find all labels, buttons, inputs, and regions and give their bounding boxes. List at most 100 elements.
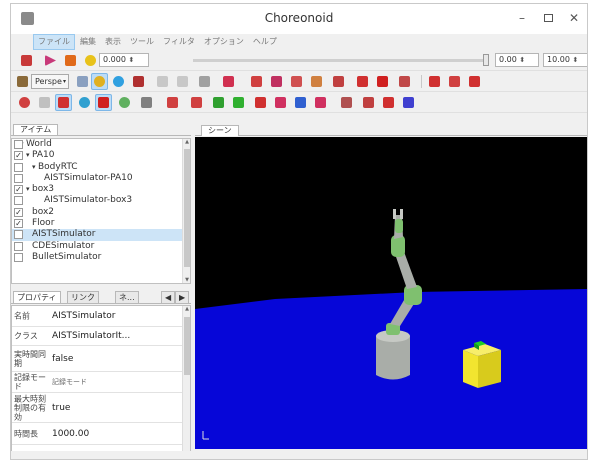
tab-links[interactable]: リンク	[67, 291, 99, 303]
joint-icon[interactable]	[251, 76, 262, 87]
rotate-icon[interactable]	[311, 76, 322, 87]
menu-edit[interactable]: 編集	[76, 35, 100, 49]
sphere-icon[interactable]	[113, 76, 124, 87]
property-row[interactable]: 最大時刻制限の有効 true	[12, 393, 182, 423]
arm-icon[interactable]	[429, 76, 440, 87]
pointer-icon-3[interactable]	[403, 97, 414, 108]
figure-icon-2[interactable]	[315, 97, 326, 108]
property-row[interactable]: 名前 AISTSimulator	[12, 306, 182, 327]
tree-item[interactable]: AISTSimulator-box3	[12, 195, 190, 206]
pointer-icon[interactable]	[199, 76, 210, 87]
tree-item[interactable]: ▾World	[12, 139, 190, 150]
edit-mode-icon[interactable]	[17, 76, 28, 87]
play-icon[interactable]	[45, 55, 56, 66]
time-slider-track[interactable]	[193, 59, 483, 62]
scroll-down-icon[interactable]: ▼	[183, 277, 190, 283]
tab-items[interactable]: アイテム	[13, 124, 59, 135]
zmp-icon-2[interactable]	[191, 97, 202, 108]
record-icon[interactable]	[85, 55, 96, 66]
item-checkbox[interactable]: ✓	[14, 207, 23, 217]
pose-icon[interactable]	[333, 76, 344, 87]
close-button[interactable]: ✕	[561, 8, 587, 28]
arrow-icon[interactable]	[213, 97, 224, 108]
tree-item[interactable]: ✓ Floor	[12, 218, 190, 229]
current-time-field[interactable]: 0.000 ⬍	[99, 53, 149, 67]
figure-icon-5[interactable]	[383, 97, 394, 108]
pose-icon-4[interactable]	[399, 76, 410, 87]
tree-item[interactable]: AISTSimulator-PA10	[12, 173, 190, 184]
minimize-button[interactable]: –	[509, 8, 535, 28]
tab-more[interactable]: ネ...	[115, 291, 139, 303]
tree-item[interactable]: CDESimulator	[12, 241, 190, 252]
menu-view[interactable]: 表示	[101, 35, 125, 49]
figure-icon-3[interactable]	[341, 97, 352, 108]
maximize-button[interactable]	[535, 8, 561, 28]
menu-options[interactable]: オプション	[200, 35, 248, 49]
tree-item[interactable]: BulletSimulator	[12, 252, 190, 263]
property-row[interactable]: 実時間同期 false	[12, 346, 182, 372]
time-slider-handle[interactable]	[483, 54, 489, 66]
tree-scroll-thumb[interactable]	[184, 149, 190, 267]
property-value[interactable]: AISTSimulatorIt...	[52, 331, 130, 341]
zmp-icon[interactable]	[167, 97, 178, 108]
property-row[interactable]: 時間長 1000.00	[12, 423, 182, 445]
scroll-up-icon[interactable]: ▲	[183, 306, 190, 312]
item-checkbox[interactable]	[14, 140, 23, 149]
expand-arrow-icon[interactable]: ▾	[26, 150, 30, 161]
item-checkbox[interactable]	[14, 162, 23, 172]
tree-item[interactable]: ▾ ✓ box3	[12, 184, 190, 195]
move-icon[interactable]	[291, 76, 302, 87]
tree-item[interactable]: ▾ ✓ PA10	[12, 150, 190, 161]
tab-properties[interactable]: プロパティ	[13, 291, 61, 303]
expand-arrow-icon[interactable]: ▾	[26, 184, 30, 195]
property-value[interactable]: false	[52, 354, 73, 364]
menu-help[interactable]: ヘルプ	[249, 35, 281, 49]
tab-scene[interactable]: シーン	[201, 125, 239, 136]
expand-arrow-icon[interactable]: ▾	[32, 162, 36, 173]
item-checkbox[interactable]: ✓	[14, 185, 23, 195]
menu-filter[interactable]: フィルタ	[159, 35, 199, 49]
item-checkbox[interactable]	[14, 241, 23, 251]
menu-file[interactable]: ファイル	[33, 34, 75, 50]
green-sphere-icon[interactable]	[119, 97, 130, 108]
end-time-field[interactable]: 10.00 ⬍	[543, 53, 587, 67]
property-value[interactable]: true	[52, 403, 70, 413]
scene-view[interactable]	[195, 137, 588, 449]
property-value[interactable]: AISTSimulator	[52, 311, 115, 321]
item-checkbox[interactable]: ✓	[14, 219, 23, 229]
arm-icon-2[interactable]	[449, 76, 460, 87]
start-time-field[interactable]: 0.00 ⬍	[495, 53, 539, 67]
blue-sphere-icon[interactable]	[79, 97, 90, 108]
tree-scrollbar[interactable]: ▲ ▼	[182, 139, 190, 283]
joint-icon-2[interactable]	[271, 76, 282, 87]
scene-canvas[interactable]	[195, 137, 588, 449]
stop-icon[interactable]	[65, 55, 76, 66]
figure-icon-4[interactable]	[363, 97, 374, 108]
grid-icon[interactable]	[157, 76, 168, 87]
property-row[interactable]: 記録モード 記録モード	[12, 372, 182, 393]
tree-item[interactable]: AISTSimulator	[12, 229, 190, 241]
item-checkbox[interactable]	[14, 196, 23, 206]
property-value[interactable]: 1000.00	[52, 429, 89, 439]
tree-item[interactable]: ✓ box2	[12, 207, 190, 218]
item-checkbox[interactable]	[14, 173, 23, 183]
perspective-select[interactable]: Perspe ▾	[31, 74, 69, 89]
scroll-up-icon[interactable]: ▲	[183, 139, 190, 145]
figure-icon[interactable]	[295, 97, 306, 108]
pose-icon-2[interactable]	[357, 76, 368, 87]
arrow-icon-2[interactable]	[233, 97, 244, 108]
tree-item[interactable]: ▾ BodyRTC	[12, 162, 190, 173]
property-row[interactable]: クラス AISTSimulatorIt...	[12, 327, 182, 346]
align-icon[interactable]	[39, 97, 50, 108]
stop-square-icon[interactable]	[255, 97, 266, 108]
property-value[interactable]: 記録モード	[52, 377, 87, 387]
item-checkbox[interactable]: ✓	[14, 151, 23, 161]
property-scroll-thumb[interactable]	[184, 317, 190, 375]
camera-icon[interactable]	[77, 76, 88, 87]
start-simulation-icon[interactable]	[21, 55, 32, 66]
grid-icon-2[interactable]	[177, 76, 188, 87]
link-icon[interactable]	[223, 76, 234, 87]
tab-scroll-right-icon[interactable]: ▶	[175, 291, 190, 303]
item-checkbox[interactable]	[14, 230, 23, 240]
arm-icon-3[interactable]	[469, 76, 480, 87]
